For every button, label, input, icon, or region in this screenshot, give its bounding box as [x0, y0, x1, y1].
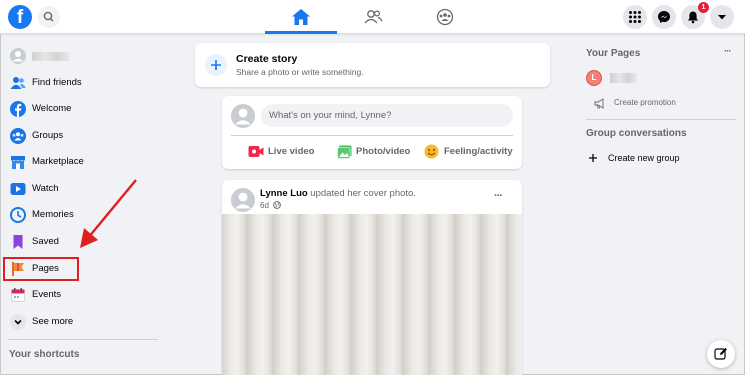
chevron-down-icon [10, 314, 26, 330]
create-story-plus-button[interactable] [205, 54, 227, 76]
feeling-activity-button[interactable]: Feeling/activity [422, 142, 517, 162]
pages-highlight-box [3, 257, 79, 281]
sidebar-item-see-more[interactable]: See more [6, 310, 158, 334]
compose-icon [714, 347, 727, 360]
whats-on-your-mind-input[interactable]: What's on your mind, Lynne? [261, 104, 513, 127]
facebook-logo[interactable]: f [8, 5, 32, 29]
create-promotion-button[interactable]: Create promotion [594, 97, 714, 111]
create-new-group-button[interactable]: Create new group [586, 151, 716, 165]
red-annotation-arrow [80, 179, 137, 248]
account-button[interactable] [710, 5, 734, 29]
sidebar-item-label: See more [32, 316, 74, 327]
group-conversations-heading: Group conversations [586, 128, 687, 139]
search-icon [43, 11, 54, 22]
avatar [10, 48, 26, 64]
sidebar-item-label: Marketplace [32, 156, 84, 167]
calendar-icon [11, 288, 25, 302]
sidebar-item-label: Saved [32, 236, 59, 247]
friends-icon [364, 10, 383, 24]
post-meta: 6d [260, 201, 281, 210]
sidebar-item-find-friends[interactable]: Find friends [6, 71, 158, 95]
plus-icon [211, 60, 221, 70]
live-video-label: Live video [268, 146, 315, 157]
tab-home[interactable] [265, 0, 337, 34]
sidebar-item-marketplace[interactable]: Marketplace [6, 150, 158, 174]
facebook-icon [10, 101, 26, 117]
post-composer-card: What's on your mind, Lynne? Live video P… [222, 96, 522, 169]
home-icon [292, 9, 310, 25]
avatar [231, 104, 255, 128]
sidebar-profile[interactable] [6, 44, 158, 68]
smiley-icon [424, 144, 439, 159]
shortcuts-heading: Your shortcuts [9, 349, 80, 360]
right-divider [586, 119, 736, 120]
avatar[interactable] [231, 188, 255, 212]
post-time[interactable]: 6d [260, 201, 269, 210]
watch-icon [10, 183, 26, 195]
globe-icon [273, 201, 281, 209]
post-more-button[interactable]: ··· [494, 190, 503, 202]
search-button[interactable] [38, 6, 60, 28]
bell-icon [688, 11, 698, 24]
grid-menu-icon [629, 11, 641, 23]
top-navigation-bar: f 1 [0, 0, 745, 34]
sidebar-item-label: Find friends [32, 77, 82, 88]
sidebar-divider [8, 339, 158, 340]
notifications-button[interactable]: 1 [681, 2, 709, 29]
photo-video-label: Photo/video [356, 146, 411, 157]
caret-down-icon [718, 15, 726, 20]
create-new-group-label: Create new group [608, 153, 680, 163]
sidebar-item-welcome[interactable]: Welcome [6, 97, 158, 121]
notification-badge: 1 [698, 2, 709, 13]
page-avatar[interactable]: L [586, 70, 602, 86]
groups-icon [10, 128, 26, 144]
sidebar-item-groups[interactable]: Groups [6, 124, 158, 148]
sidebar-item-label: Watch [32, 183, 59, 194]
friends-icon [10, 77, 26, 89]
sidebar-item-label: Memories [32, 209, 74, 220]
active-tab-indicator [265, 31, 337, 34]
megaphone-icon [594, 98, 604, 109]
post-action: updated her cover photo. [307, 188, 416, 199]
profile-name-blurred [32, 52, 70, 61]
your-pages-heading: Your Pages [586, 48, 641, 59]
post-author[interactable]: Lynne Luo [260, 188, 308, 199]
your-pages-more-button[interactable]: ··· [724, 46, 731, 57]
composer-divider [231, 135, 513, 136]
menu-button[interactable] [623, 5, 647, 29]
groups-icon [436, 8, 454, 26]
feeling-activity-label: Feeling/activity [444, 146, 513, 157]
messenger-button[interactable] [652, 5, 676, 29]
sidebar-item-label: Groups [32, 130, 64, 141]
create-promotion-label: Create promotion [614, 98, 676, 107]
create-story-subtitle: Share a photo or write something. [236, 67, 364, 77]
composer-placeholder: What's on your mind, Lynne? [269, 110, 392, 121]
live-video-button[interactable]: Live video [242, 142, 337, 162]
messenger-icon [658, 11, 670, 23]
photo-video-button[interactable]: Photo/video [334, 142, 419, 162]
sidebar-item-label: Welcome [32, 103, 72, 114]
new-message-button[interactable] [707, 340, 735, 368]
create-story-title: Create story [236, 53, 298, 65]
create-story-card[interactable]: Create story Share a photo or write some… [195, 43, 550, 87]
plus-icon [589, 154, 597, 162]
photo-icon [337, 145, 352, 159]
sidebar-item-events[interactable]: Events [6, 283, 158, 307]
tab-friends[interactable] [337, 0, 409, 34]
sidebar-item-label: Events [32, 289, 62, 300]
page-name-blurred[interactable] [610, 73, 637, 83]
marketplace-icon [11, 156, 25, 169]
memories-icon [10, 207, 26, 223]
post-header-text: Lynne Luo updated her cover photo. [260, 188, 416, 199]
cover-photo-image[interactable] [222, 214, 522, 375]
tab-groups[interactable] [409, 0, 481, 34]
bookmark-icon [13, 235, 23, 249]
live-video-icon [248, 146, 264, 157]
